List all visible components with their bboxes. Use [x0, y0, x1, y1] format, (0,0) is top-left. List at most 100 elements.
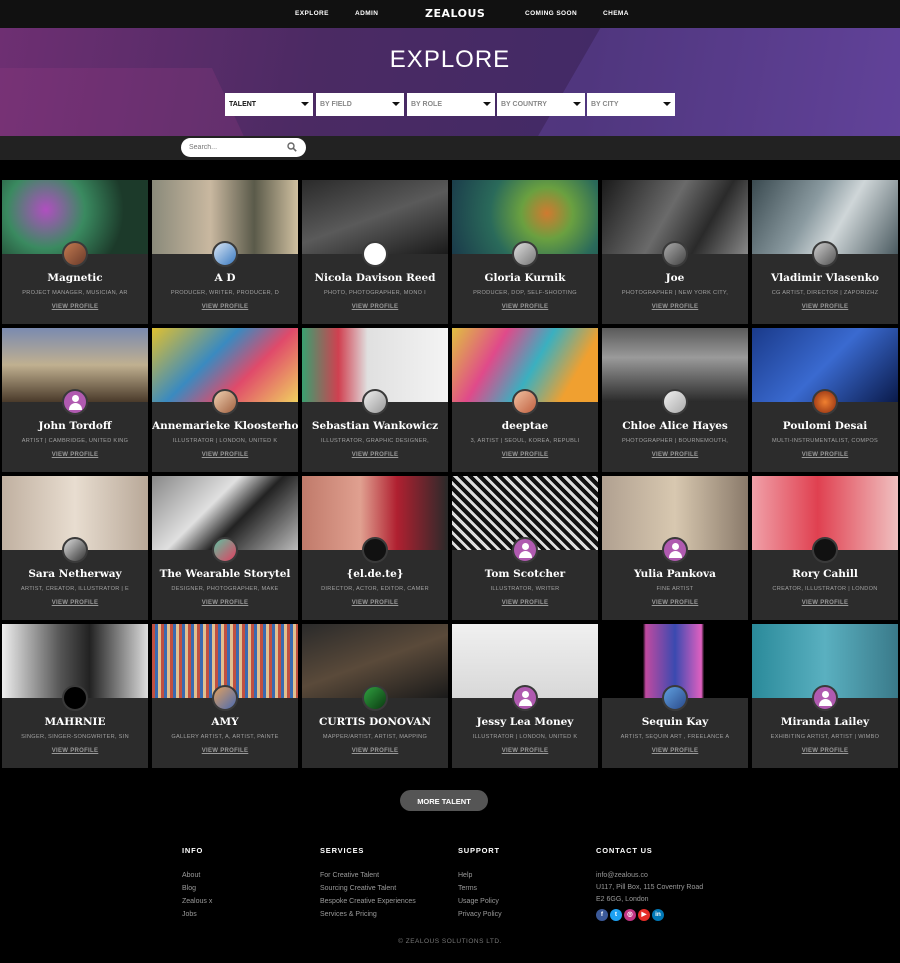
view-profile-link[interactable]: VIEW PROFILE [752, 748, 898, 754]
footer-link-usage-policy[interactable]: Usage Policy [458, 895, 502, 908]
view-profile-link[interactable]: VIEW PROFILE [152, 600, 298, 606]
talent-card[interactable]: {el.de.te} DIRECTOR, ACTOR, EDITOR, CAME… [302, 476, 448, 620]
talent-card[interactable]: The Wearable Storytel DESIGNER, PHOTOGRA… [152, 476, 298, 620]
talent-card[interactable]: Vladimir Vlasenko CG ARTIST, DIRECTOR | … [752, 180, 898, 324]
view-profile-link[interactable]: VIEW PROFILE [752, 600, 898, 606]
avatar[interactable] [512, 241, 538, 267]
talent-card[interactable]: Magnetic PROJECT MANAGER, MUSICIAN, AR V… [2, 180, 148, 324]
talent-card[interactable]: Gloria Kurnik PRODUCER, DOP, SELF-SHOOTI… [452, 180, 598, 324]
avatar[interactable] [662, 685, 688, 711]
view-profile-link[interactable]: VIEW PROFILE [2, 748, 148, 754]
avatar[interactable] [62, 389, 88, 415]
filter-country[interactable]: BY COUNTRY [497, 93, 585, 116]
linkedin-icon[interactable]: in [652, 909, 664, 921]
filter-field[interactable]: BY FIELD [316, 93, 404, 116]
avatar[interactable] [512, 685, 538, 711]
view-profile-link[interactable]: VIEW PROFILE [2, 600, 148, 606]
view-profile-link[interactable]: VIEW PROFILE [152, 452, 298, 458]
view-profile-link[interactable]: VIEW PROFILE [302, 600, 448, 606]
search-icon[interactable] [287, 142, 297, 152]
avatar[interactable] [212, 241, 238, 267]
talent-card[interactable]: Miranda Lailey EXHIBITING ARTIST, ARTIST… [752, 624, 898, 768]
avatar[interactable] [212, 389, 238, 415]
footer-link-creative-talent[interactable]: For Creative Talent [320, 869, 416, 882]
view-profile-link[interactable]: VIEW PROFILE [452, 452, 598, 458]
youtube-icon[interactable]: ▶ [638, 909, 650, 921]
avatar[interactable] [62, 537, 88, 563]
footer-link-privacy-policy[interactable]: Privacy Policy [458, 908, 502, 921]
avatar[interactable] [362, 241, 388, 267]
avatar[interactable] [212, 685, 238, 711]
instagram-icon[interactable]: ◎ [624, 909, 636, 921]
avatar[interactable] [362, 685, 388, 711]
avatar[interactable] [812, 389, 838, 415]
view-profile-link[interactable]: VIEW PROFILE [602, 748, 748, 754]
talent-card[interactable]: AMY GALLERY ARTIST, A, ARTIST, PAINTE VI… [152, 624, 298, 768]
avatar[interactable] [662, 241, 688, 267]
talent-card[interactable]: Rory Cahill CREATOR, ILLUSTRATOR | LONDO… [752, 476, 898, 620]
view-profile-link[interactable]: VIEW PROFILE [2, 452, 148, 458]
view-profile-link[interactable]: VIEW PROFILE [302, 452, 448, 458]
filter-city[interactable]: BY CITY [587, 93, 675, 116]
talent-card[interactable]: Chloe Alice Hayes PHOTOGRAPHER | BOURNEM… [602, 328, 748, 472]
footer-link-bespoke[interactable]: Bespoke Creative Experiences [320, 895, 416, 908]
footer-link-terms[interactable]: Terms [458, 882, 502, 895]
filter-talent[interactable]: TALENT [225, 93, 313, 116]
avatar[interactable] [212, 537, 238, 563]
logo[interactable]: ZEALOUS [425, 7, 485, 20]
avatar[interactable] [362, 537, 388, 563]
view-profile-link[interactable]: VIEW PROFILE [752, 304, 898, 310]
view-profile-link[interactable]: VIEW PROFILE [452, 748, 598, 754]
nav-coming-soon[interactable]: COMING SOON [525, 10, 577, 17]
talent-card[interactable]: Yulia Pankova FINE ARTIST VIEW PROFILE [602, 476, 748, 620]
view-profile-link[interactable]: VIEW PROFILE [452, 304, 598, 310]
talent-card[interactable]: Sara Netherway ARTIST, CREATOR, ILLUSTRA… [2, 476, 148, 620]
talent-card[interactable]: Tom Scotcher ILLUSTRATOR, WRITER VIEW PR… [452, 476, 598, 620]
view-profile-link[interactable]: VIEW PROFILE [602, 452, 748, 458]
talent-card[interactable]: CURTIS DONOVAN MAPPER/ARTIST, ARTIST, MA… [302, 624, 448, 768]
avatar[interactable] [812, 537, 838, 563]
view-profile-link[interactable]: VIEW PROFILE [152, 748, 298, 754]
talent-card[interactable]: Sebastian Wankowicz ILLUSTRATOR, GRAPHIC… [302, 328, 448, 472]
talent-card[interactable]: deeptae 3, ARTIST | SEOUL, KOREA, REPUBL… [452, 328, 598, 472]
contact-email[interactable]: info@zealous.co [596, 869, 703, 882]
avatar[interactable] [812, 241, 838, 267]
footer-link-blog[interactable]: Blog [182, 882, 212, 895]
facebook-icon[interactable]: f [596, 909, 608, 921]
talent-card[interactable]: Annemarieke Kloosterhof ILLUSTRATOR | LO… [152, 328, 298, 472]
footer-link-pricing[interactable]: Services & Pricing [320, 908, 416, 921]
view-profile-link[interactable]: VIEW PROFILE [752, 452, 898, 458]
nav-explore[interactable]: EXPLORE [295, 10, 329, 17]
more-talent-button[interactable]: MORE TALENT [400, 790, 488, 811]
avatar[interactable] [512, 389, 538, 415]
avatar[interactable] [662, 389, 688, 415]
footer-link-zealous-x[interactable]: Zealous x [182, 895, 212, 908]
footer-link-help[interactable]: Help [458, 869, 502, 882]
talent-card[interactable]: Joe PHOTOGRAPHER | NEW YORK CITY, VIEW P… [602, 180, 748, 324]
avatar[interactable] [812, 685, 838, 711]
avatar[interactable] [512, 537, 538, 563]
nav-admin[interactable]: ADMIN [355, 10, 378, 17]
nav-chema[interactable]: CHEMA [603, 10, 629, 17]
talent-card[interactable]: A D PRODUCER, WRITER, PRODUCER, D VIEW P… [152, 180, 298, 324]
view-profile-link[interactable]: VIEW PROFILE [302, 304, 448, 310]
talent-card[interactable]: Nicola Davison Reed PHOTO, PHOTOGRAPHER,… [302, 180, 448, 324]
twitter-icon[interactable]: t [610, 909, 622, 921]
talent-card[interactable]: Jessy Lea Money ILLUSTRATOR | LONDON, UN… [452, 624, 598, 768]
avatar[interactable] [62, 241, 88, 267]
view-profile-link[interactable]: VIEW PROFILE [2, 304, 148, 310]
footer-link-sourcing[interactable]: Sourcing Creative Talent [320, 882, 416, 895]
footer-link-jobs[interactable]: Jobs [182, 908, 212, 921]
view-profile-link[interactable]: VIEW PROFILE [602, 600, 748, 606]
filter-role[interactable]: BY ROLE [407, 93, 495, 116]
view-profile-link[interactable]: VIEW PROFILE [302, 748, 448, 754]
talent-card[interactable]: Poulomi Desai MULTI-INSTRUMENTALIST, COM… [752, 328, 898, 472]
search-input[interactable] [189, 142, 284, 153]
avatar[interactable] [662, 537, 688, 563]
footer-link-about[interactable]: About [182, 869, 212, 882]
view-profile-link[interactable]: VIEW PROFILE [152, 304, 298, 310]
talent-card[interactable]: Sequin Kay ARTIST, SEQUIN ART , FREELANC… [602, 624, 748, 768]
talent-card[interactable]: John Tordoff ARTIST | CAMBRIDGE, UNITED … [2, 328, 148, 472]
avatar[interactable] [362, 389, 388, 415]
view-profile-link[interactable]: VIEW PROFILE [602, 304, 748, 310]
